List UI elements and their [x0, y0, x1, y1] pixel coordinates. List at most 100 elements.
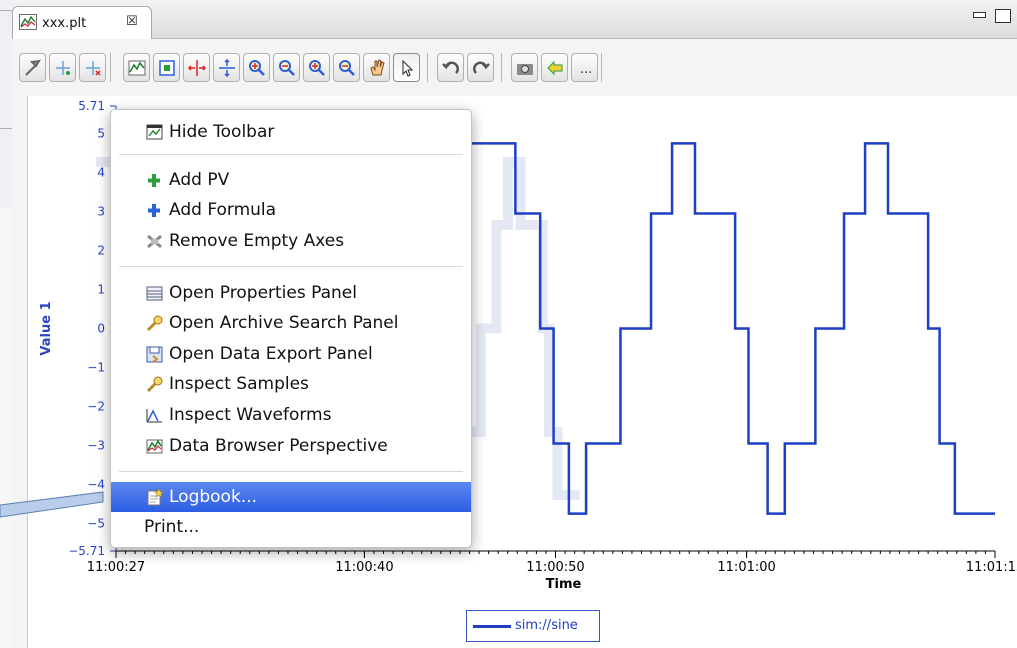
plot-toolbar: ...	[12, 46, 1017, 92]
legend-swatch	[473, 625, 511, 628]
divider	[0, 10, 12, 11]
menu-item-hide-toolbar[interactable]: Hide Toolbar	[111, 117, 471, 147]
chart-file-icon	[19, 14, 37, 30]
y-tick-label: 0	[97, 322, 105, 336]
editor-tab-bar: xxx.plt ☒	[12, 0, 1017, 39]
menu-item-label: Remove Empty Axes	[169, 231, 345, 251]
chart-icon	[128, 60, 146, 76]
x-axis-title: Time	[546, 577, 582, 592]
snapshot-button[interactable]	[511, 53, 538, 82]
perspective-icon	[146, 439, 163, 454]
zoom-out-y-icon	[339, 60, 355, 76]
properties-icon	[146, 286, 163, 301]
archive-search-icon	[146, 315, 163, 332]
y-tick-label: 1	[97, 283, 105, 297]
remove-annotation-button[interactable]	[79, 53, 106, 82]
close-tab-icon[interactable]: ☒	[126, 14, 138, 30]
menu-item-print[interactable]: Print...	[111, 512, 471, 542]
zoom-box-icon	[159, 60, 175, 76]
y-tick-label: 4	[97, 166, 105, 180]
menu-item-label: Add Formula	[169, 200, 277, 220]
minimize-view-icon[interactable]	[973, 12, 986, 18]
toolbar-separator	[110, 53, 111, 82]
side-panel	[0, 208, 12, 648]
x-tick-label: 11:00:27	[87, 560, 145, 575]
menu-item-open-archive-search-panel[interactable]: Open Archive Search Panel	[111, 308, 471, 338]
vertical-zoom-button[interactable]	[213, 53, 240, 82]
more-label: ...	[580, 62, 593, 77]
y-tick-label: 5.71	[78, 99, 105, 113]
menu-item-label: Inspect Samples	[169, 374, 309, 394]
zoom-in-x-button[interactable]	[243, 53, 270, 82]
add-formula-icon	[148, 204, 160, 217]
legend[interactable]: sim://sine	[466, 610, 600, 642]
y-tick-label: −5.71	[68, 544, 105, 558]
y-tick-label: −3	[87, 438, 105, 452]
menu-item-remove-empty-axes[interactable]: Remove Empty Axes	[111, 226, 471, 256]
toolbar-separator	[501, 53, 502, 82]
zoom-in-y-icon	[309, 60, 325, 76]
zoom-out-x-button[interactable]	[273, 53, 300, 82]
menu-item-open-data-export-panel[interactable]: Open Data Export Panel	[111, 339, 471, 369]
legend-label: sim://sine	[515, 618, 578, 633]
add-pv-icon	[148, 174, 160, 187]
x-tick-label: 11:01:13	[966, 560, 1017, 575]
chart-button[interactable]	[123, 53, 150, 82]
zoom-in-y-button[interactable]	[303, 53, 330, 82]
redo-button[interactable]	[467, 53, 494, 82]
y-tick-label: −2	[87, 399, 105, 413]
menu-item-add-formula[interactable]: Add Formula	[111, 195, 471, 225]
toolbar-separator	[427, 53, 428, 82]
data-browser-window: xxx.plt ☒ ... 5.71 5 4 3 2 1 0 −1 −2 −3 −4 −5 −5.71 V…	[0, 0, 1017, 648]
tab-label: xxx.plt	[42, 16, 87, 31]
pan-hand-icon	[370, 59, 385, 76]
zoom-in-x-icon	[249, 60, 265, 76]
y-tick-label: −5	[87, 516, 105, 530]
remove-annotation-icon	[86, 61, 101, 76]
toolbar-separator	[601, 53, 602, 82]
x-tick-label: 11:00:50	[526, 560, 584, 575]
tab-xxx-plt[interactable]: xxx.plt ☒	[12, 6, 152, 39]
menu-item-inspect-waveforms[interactable]: Inspect Waveforms	[111, 400, 471, 430]
menu-item-label: Add PV	[169, 170, 230, 190]
menu-item-label: Hide Toolbar	[169, 122, 275, 142]
more-button[interactable]: ...	[571, 53, 598, 82]
snapshot-icon	[517, 64, 533, 75]
add-annotation-icon	[56, 61, 70, 75]
y-tick-label: −1	[87, 360, 105, 374]
config-icon	[25, 59, 41, 76]
menu-item-inspect-samples[interactable]: Inspect Samples	[111, 369, 471, 399]
menu-item-add-pv[interactable]: Add PV	[111, 165, 471, 195]
remove-axes-icon	[147, 234, 162, 249]
pointer-button[interactable]	[393, 53, 420, 82]
y-tick-label: 3	[97, 205, 105, 219]
zoom-box-button[interactable]	[153, 53, 180, 82]
add-annotation-button[interactable]	[49, 53, 76, 82]
menu-item-open-properties-panel[interactable]: Open Properties Panel	[111, 278, 471, 308]
menu-item-label: Print...	[144, 517, 200, 537]
redo-icon	[473, 61, 490, 74]
x-tick-label: 11:00:40	[335, 560, 393, 575]
export-icon	[146, 346, 163, 363]
undo-button[interactable]	[437, 53, 464, 82]
menu-item-data-browser-perspective[interactable]: Data Browser Perspective	[111, 431, 471, 461]
y-axis-title: Value 1	[39, 301, 54, 355]
inspect-samples-icon	[146, 376, 163, 393]
zoom-out-y-button[interactable]	[333, 53, 360, 82]
horizontal-zoom-button[interactable]	[183, 53, 210, 82]
maximize-view-icon[interactable]	[995, 9, 1011, 23]
menu-item-label: Data Browser Perspective	[169, 436, 388, 456]
menu-item-logbook[interactable]: Logbook...	[111, 482, 471, 512]
waveforms-icon	[146, 409, 162, 423]
pointer-icon	[402, 59, 414, 77]
menu-separator	[119, 471, 463, 472]
back-icon	[547, 60, 563, 76]
pan-hand-button[interactable]	[363, 53, 390, 82]
x-tick-label: 11:01:00	[717, 560, 775, 575]
toolbar-icon	[146, 124, 163, 140]
menu-item-label: Open Data Export Panel	[169, 344, 373, 364]
back-button[interactable]	[541, 53, 568, 82]
config-button[interactable]	[19, 53, 46, 82]
divider	[0, 128, 12, 129]
zoom-out-x-icon	[279, 60, 295, 76]
